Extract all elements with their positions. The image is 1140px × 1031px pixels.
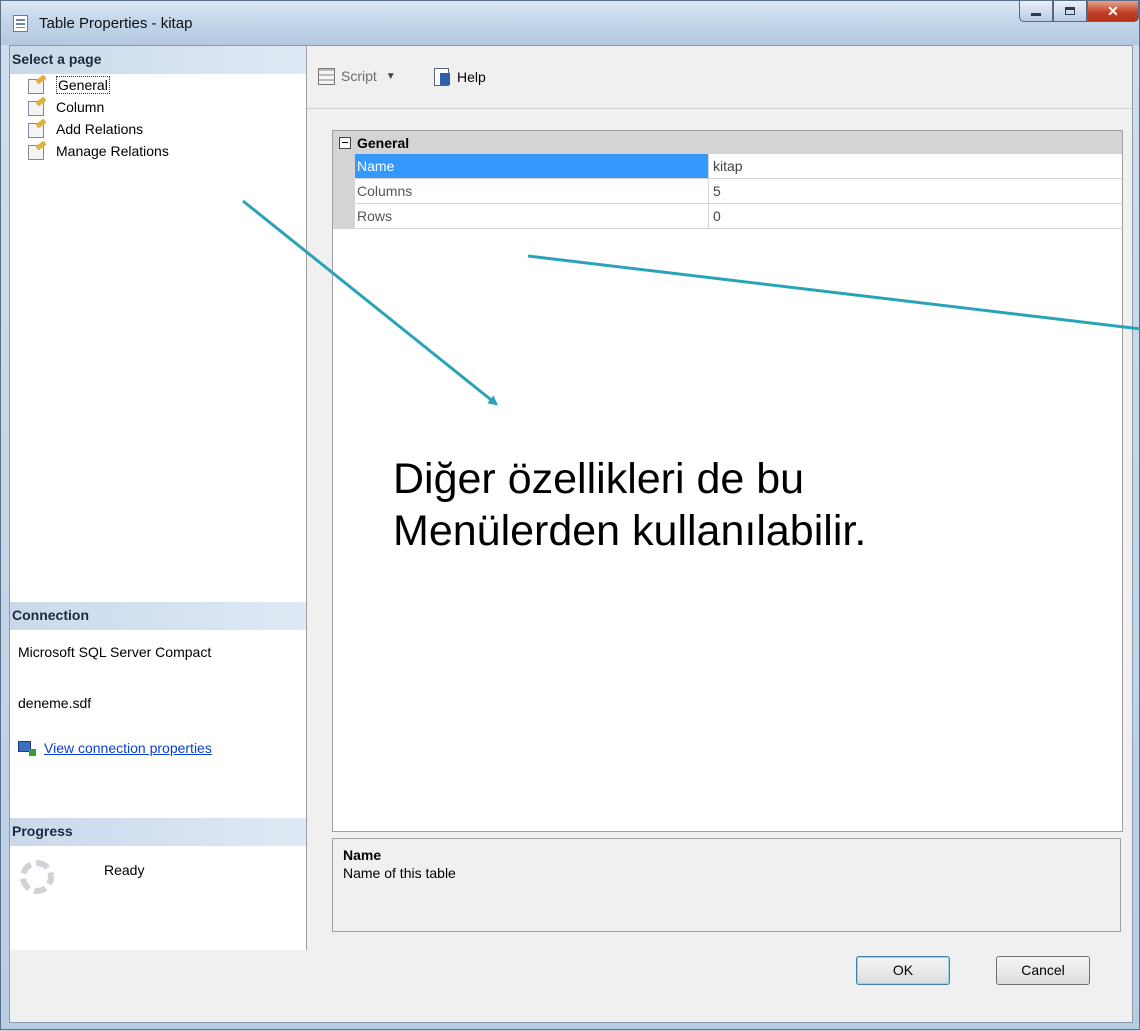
progress-spinner-icon: [20, 860, 54, 894]
connection-properties-icon: [18, 740, 36, 756]
connection-section: Connection Microsoft SQL Server Compact …: [10, 602, 306, 756]
minimize-icon: [1031, 12, 1041, 16]
property-name: Rows: [355, 204, 709, 229]
progress-section: Progress Ready: [10, 818, 306, 894]
toolbar: Script ▼ Help: [307, 46, 1132, 109]
page-wand-icon: [28, 74, 48, 94]
connection-server: Microsoft SQL Server Compact: [18, 644, 212, 660]
close-button[interactable]: ✕: [1087, 1, 1139, 22]
title-bar[interactable]: Table Properties - kitap ✕: [1, 1, 1139, 45]
description-panel: Name Name of this table: [332, 838, 1121, 932]
cancel-button[interactable]: Cancel: [996, 956, 1090, 985]
connection-database: deneme.sdf: [18, 695, 92, 711]
description-text: Name of this table: [343, 865, 456, 881]
annotation-line-2: Menülerden kullanılabilir.: [393, 507, 867, 555]
window-title: Table Properties - kitap: [39, 15, 193, 32]
property-name: Name: [355, 154, 709, 179]
help-icon: [433, 67, 453, 87]
script-icon: [317, 67, 337, 85]
maximize-button[interactable]: [1053, 1, 1087, 22]
property-value[interactable]: kitap: [709, 154, 1122, 179]
annotation-line-1: Diğer özellikleri de bu: [393, 455, 805, 503]
progress-header: Progress: [10, 818, 306, 846]
table-properties-window: Table Properties - kitap ✕ Select a page…: [0, 0, 1140, 1030]
property-row-columns[interactable]: Columns 5: [333, 179, 1122, 204]
category-label: General: [357, 134, 410, 151]
page-item-add-relations[interactable]: Add Relations: [28, 118, 306, 140]
select-page-header: Select a page: [10, 46, 306, 74]
page-item-label: Add Relations: [56, 121, 144, 137]
property-name: Columns: [355, 179, 709, 204]
view-connection-properties-link[interactable]: View connection properties: [44, 740, 212, 756]
page-item-label: General: [56, 76, 110, 94]
page-wand-icon: [28, 118, 48, 138]
maximize-icon: [1065, 7, 1075, 15]
property-row-rows[interactable]: Rows 0: [333, 204, 1122, 229]
page-wand-icon: [28, 140, 48, 160]
collapse-icon[interactable]: [339, 136, 351, 149]
script-button[interactable]: Script ▼: [317, 67, 396, 85]
page-item-manage-relations[interactable]: Manage Relations: [28, 140, 306, 162]
help-label: Help: [457, 69, 486, 85]
property-value[interactable]: 5: [709, 179, 1122, 204]
connection-header: Connection: [10, 602, 306, 630]
left-pane: Select a page General Column Add Relatio…: [10, 46, 307, 950]
progress-status: Ready: [104, 862, 145, 878]
view-connection-row: View connection properties: [10, 740, 306, 756]
script-label: Script: [341, 68, 377, 84]
page-item-label: Column: [56, 99, 105, 115]
page-item-column[interactable]: Column: [28, 96, 306, 118]
page-wand-icon: [28, 96, 48, 116]
minimize-button[interactable]: [1019, 1, 1053, 22]
dropdown-arrow-icon[interactable]: ▼: [386, 71, 396, 82]
page-item-general[interactable]: General: [28, 74, 306, 96]
annotation-text: Diğer özellikleri de bu Menülerden kulla…: [393, 453, 866, 557]
window-controls: ✕: [1019, 1, 1139, 22]
help-button[interactable]: Help: [433, 67, 486, 87]
table-icon: [13, 15, 28, 32]
description-title: Name: [343, 847, 382, 863]
property-value[interactable]: 0: [709, 204, 1122, 229]
page-list: General Column Add Relations Manage Rela…: [10, 74, 306, 162]
ok-button[interactable]: OK: [856, 956, 950, 985]
category-general[interactable]: General: [333, 131, 1122, 154]
page-item-label: Manage Relations: [56, 143, 169, 159]
property-row-name[interactable]: Name kitap: [333, 154, 1122, 179]
close-icon: ✕: [1107, 3, 1119, 19]
